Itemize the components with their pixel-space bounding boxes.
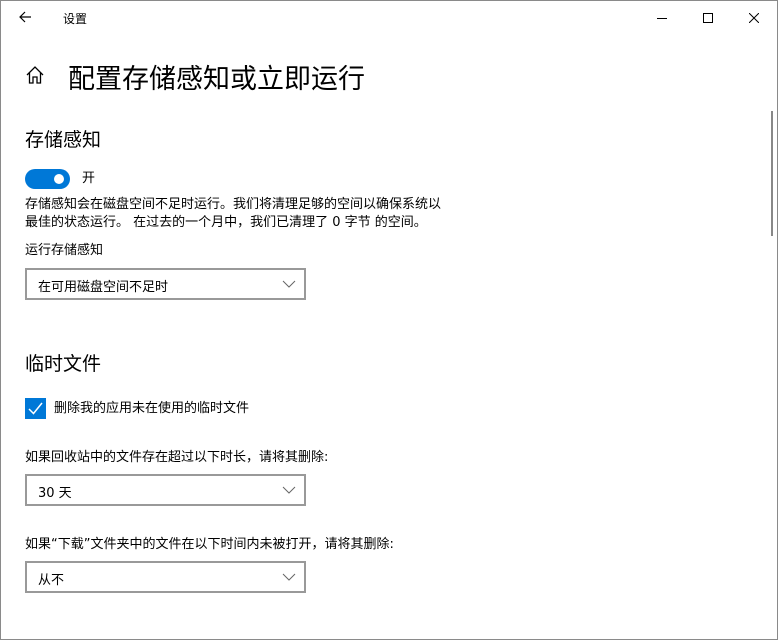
storage-sense-description-2: 最佳的状态运行。 在过去的一个月中，我们已清理了 0 字节 的空间。 bbox=[25, 215, 427, 230]
maximize-icon bbox=[703, 12, 713, 23]
run-storage-sense-dropdown[interactable]: 在可用磁盘空间不足时 bbox=[25, 268, 306, 300]
storage-sense-heading: 存储感知 bbox=[25, 129, 102, 151]
checkmark-icon bbox=[28, 402, 43, 415]
dropdown-value: 在可用磁盘空间不足时 bbox=[38, 280, 169, 295]
home-button[interactable] bbox=[25, 65, 45, 89]
close-icon bbox=[749, 12, 759, 23]
maximize-button[interactable] bbox=[685, 1, 731, 34]
toggle-state-label: 开 bbox=[82, 171, 96, 186]
back-arrow-icon bbox=[19, 11, 31, 23]
page-title: 配置存储感知或立即运行 bbox=[68, 64, 365, 95]
scrollbar[interactable] bbox=[771, 111, 773, 236]
minimize-button[interactable] bbox=[639, 1, 685, 34]
recycle-bin-label: 如果回收站中的文件存在超过以下时长，请将其删除: bbox=[25, 450, 329, 465]
dropdown-value: 30 天 bbox=[38, 486, 72, 501]
temp-files-heading: 临时文件 bbox=[25, 353, 102, 375]
recycle-bin-dropdown[interactable]: 30 天 bbox=[25, 474, 306, 506]
settings-window: 设置 配置存储感知或立即运行 存储感知 开 存储感知会在磁盘空间不足时运行。我们… bbox=[0, 0, 778, 640]
window-title: 设置 bbox=[63, 12, 88, 26]
minimize-icon bbox=[657, 17, 667, 19]
chevron-down-icon bbox=[282, 573, 296, 581]
storage-sense-toggle[interactable] bbox=[25, 169, 70, 189]
run-storage-sense-label: 运行存储感知 bbox=[25, 243, 104, 258]
close-button[interactable] bbox=[731, 1, 777, 34]
downloads-label: 如果“下载”文件夹中的文件在以下时间内未被打开，请将其删除: bbox=[25, 537, 394, 552]
chevron-down-icon bbox=[282, 280, 296, 288]
storage-sense-description-1: 存储感知会在磁盘空间不足时运行。我们将清理足够的空间以确保系统以 bbox=[25, 197, 442, 212]
chevron-down-icon bbox=[282, 486, 296, 494]
home-icon bbox=[26, 66, 44, 84]
dropdown-value: 从不 bbox=[38, 573, 65, 588]
downloads-dropdown[interactable]: 从不 bbox=[25, 561, 306, 593]
delete-temp-files-checkbox[interactable] bbox=[25, 398, 46, 419]
back-button[interactable] bbox=[13, 7, 37, 27]
title-bar: 设置 bbox=[1, 1, 777, 34]
delete-temp-files-label: 删除我的应用未在使用的临时文件 bbox=[54, 401, 250, 416]
